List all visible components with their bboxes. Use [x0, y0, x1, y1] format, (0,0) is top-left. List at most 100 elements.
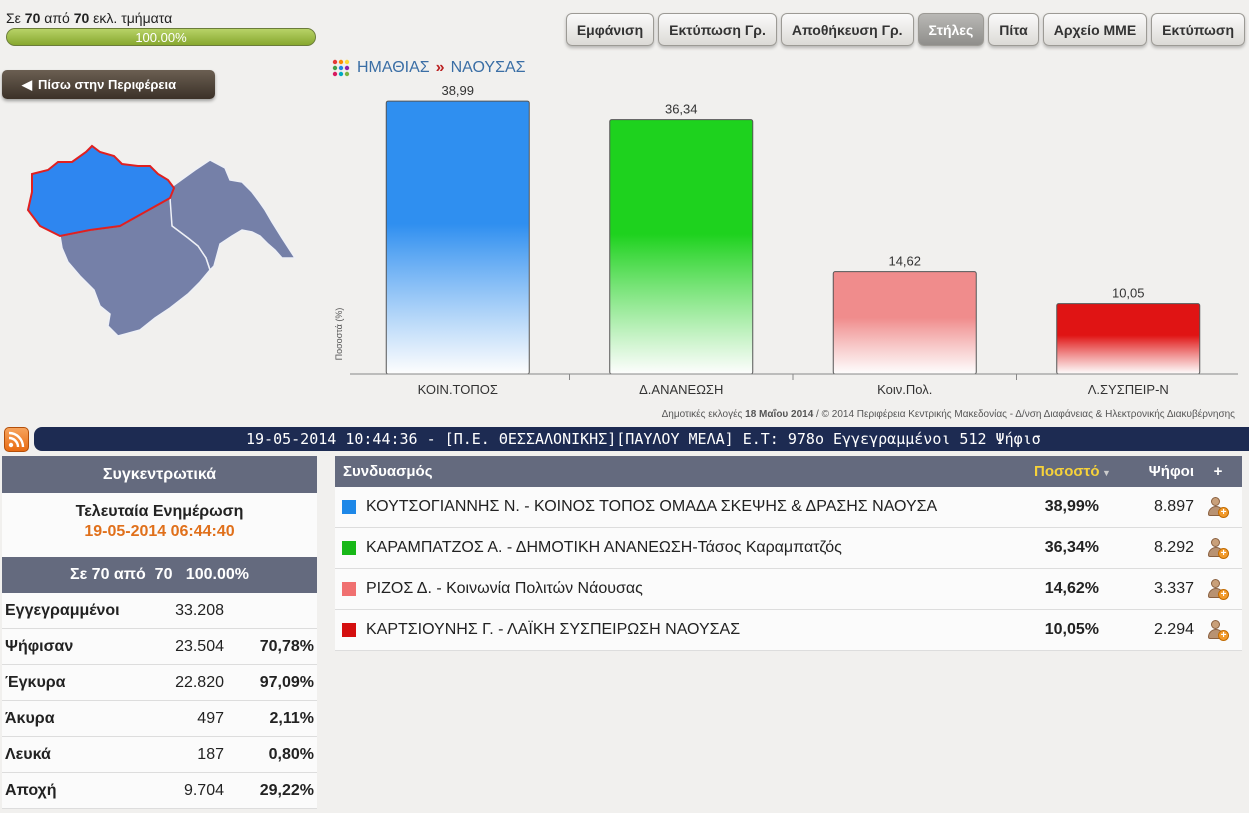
- bar-2[interactable]: [832, 271, 977, 375]
- color-swatch: [342, 623, 356, 637]
- last-update-time: 19-05-2014 06:44:40: [84, 523, 235, 540]
- candidates-cell: +: [1194, 496, 1242, 518]
- toolbar-button-4[interactable]: Πίτα: [988, 13, 1039, 46]
- summary-title: Συγκεντρωτικά: [2, 456, 317, 493]
- summary-percent: 29,22%: [259, 781, 314, 799]
- summary-label: Ψήφισαν: [5, 637, 74, 655]
- bar-value-label-2: 14,62: [888, 254, 921, 269]
- sections-progress: Σε 70 από 70 εκλ. τμήματα 100.00%: [6, 10, 316, 46]
- bar-1[interactable]: [609, 119, 754, 375]
- bar-0[interactable]: [385, 100, 530, 375]
- rss-icon[interactable]: [4, 427, 29, 452]
- toolbar-button-6[interactable]: Εκτύπωση: [1151, 13, 1245, 46]
- combination-votes: 8.292: [1153, 539, 1194, 556]
- summary-panel: Συγκεντρωτικά Τελευταία Ενημέρωση 19-05-…: [2, 456, 317, 809]
- summary-label: Αποχή: [5, 781, 57, 799]
- add-person-icon[interactable]: +: [1207, 537, 1229, 559]
- progress-bar: 100.00%: [6, 28, 316, 46]
- color-swatch: [342, 582, 356, 596]
- bar-value-label-1: 36,34: [665, 102, 698, 117]
- summary-row: Εγγεγραμμένοι 33.208: [2, 593, 317, 629]
- combination-percent: 14,62%: [1044, 580, 1099, 597]
- header-votes[interactable]: Ψήφοι: [1130, 463, 1194, 480]
- summary-row: Άκυρα 497 2,11%: [2, 701, 317, 737]
- back-to-region-button[interactable]: ◀ Πίσω στην Περιφέρεια: [2, 70, 215, 99]
- breadcrumb-separator: »: [435, 59, 445, 76]
- summary-row: Ψήφισαν 23.504 70,78%: [2, 629, 317, 665]
- summary-coverage: Σε 70 από 70 100.00%: [2, 557, 317, 593]
- last-update-label: Τελευταία Ενημέρωση: [75, 503, 244, 520]
- back-button-label: Πίσω στην Περιφέρεια: [38, 77, 177, 92]
- arrow-left-icon: ◀: [22, 76, 32, 92]
- header-plus[interactable]: +: [1194, 463, 1242, 480]
- breadcrumb: ΗΜΑΘΙΑΣ » ΝΑΟΥΣΑΣ: [331, 58, 526, 78]
- summary-label: Εγγεγραμμένοι: [5, 601, 120, 619]
- color-swatch: [342, 541, 356, 555]
- combination-votes: 2.294: [1153, 621, 1194, 638]
- summary-percent: 97,09%: [259, 673, 314, 691]
- color-swatch: [342, 500, 356, 514]
- summary-label: Έγκυρα: [5, 673, 66, 691]
- bar-3[interactable]: [1056, 303, 1201, 375]
- news-ticker: 19-05-2014 10:44:36 - [Π.Ε. ΘΕΣΣΑΛΟΝΙΚΗΣ…: [34, 427, 1249, 451]
- combination-percent: 36,34%: [1044, 539, 1099, 556]
- summary-value: 187: [197, 745, 224, 763]
- progress-percent: 100.00%: [135, 30, 187, 45]
- summary-percent: 70,78%: [259, 637, 314, 655]
- municipality-map: [26, 144, 297, 337]
- summary-percent: 0,80%: [268, 745, 314, 763]
- category-label-2: Κοιν.Πολ.: [877, 382, 932, 397]
- dots-logo-icon: [332, 59, 350, 77]
- combination-percent: 38,99%: [1044, 498, 1099, 515]
- add-person-icon[interactable]: +: [1207, 496, 1229, 518]
- chart-footer: Δημοτικές εκλογές 18 Μαΐου 2014 / © 2014…: [661, 409, 1235, 420]
- candidates-cell: +: [1194, 578, 1242, 600]
- results-header: Συνδυασμός Ποσοστό ▼ Ψήφοι +: [335, 456, 1242, 487]
- header-percent[interactable]: Ποσοστό ▼: [1034, 463, 1130, 480]
- summary-value: 9.704: [183, 781, 224, 799]
- chart-toolbar: Εμφάνιση Εκτύπωση Γρ. Αποθήκευση Γρ. Στήλες…: [565, 13, 1245, 46]
- result-row[interactable]: ΡΙΖΟΣ Δ. - Κοινωνία Πολιτών Νάουσας 14,62…: [335, 569, 1242, 610]
- category-label-0: ΚΟΙΝ.ΤΟΠΟΣ: [418, 382, 498, 397]
- breadcrumb-region[interactable]: ΗΜΑΘΙΑΣ: [357, 59, 430, 77]
- summary-value: 22.820: [175, 673, 224, 691]
- results-bar-chart: Ποσοστά (%) 38,99 ΚΟΙΝ.ΤΟΠΟΣ 36,34 Δ.ΑΝΑΝΕΩ…: [334, 83, 1238, 397]
- summary-value: 23.504: [175, 637, 224, 655]
- toolbar-button-2[interactable]: Αποθήκευση Γρ.: [780, 13, 914, 46]
- toolbar-button-1[interactable]: Εκτύπωση Γρ.: [658, 13, 777, 46]
- summary-value: 497: [197, 709, 224, 727]
- summary-row: Λευκά 187 0,80%: [2, 737, 317, 773]
- header-combination[interactable]: Συνδυασμός: [335, 463, 1034, 480]
- summary-row: Έγκυρα 22.820 97,09%: [2, 665, 317, 701]
- combination-name: ΚΑΡΤΣΙΟΥΝΗΣ Γ. - ΛΑΪΚΗ ΣΥΣΠΕΙΡΩΣΗ ΝΑΟΥΣΑ…: [366, 621, 741, 638]
- toolbar-button-5[interactable]: Αρχείο ΜΜΕ: [1042, 13, 1148, 46]
- candidates-cell: +: [1194, 537, 1242, 559]
- add-person-icon[interactable]: +: [1207, 578, 1229, 600]
- breadcrumb-municipality[interactable]: ΝΑΟΥΣΑΣ: [451, 59, 526, 77]
- candidates-cell: +: [1194, 619, 1242, 641]
- add-person-icon[interactable]: +: [1207, 619, 1229, 641]
- sort-desc-icon: ▼: [1099, 468, 1111, 478]
- summary-label: Άκυρα: [5, 709, 55, 727]
- bar-value-label-0: 38,99: [441, 83, 474, 98]
- result-row[interactable]: ΚΑΡΑΜΠΑΤΖΟΣ Α. - ΔΗΜΟΤΙΚΗ ΑΝΑΝΕΩΣΗ-Τάσος…: [335, 528, 1242, 569]
- combination-votes: 3.337: [1153, 580, 1194, 597]
- category-label-1: Δ.ΑΝΑΝΕΩΣΗ: [639, 382, 723, 397]
- result-row[interactable]: ΚΑΡΤΣΙΟΥΝΗΣ Γ. - ΛΑΪΚΗ ΣΥΣΠΕΙΡΩΣΗ ΝΑΟΥΣΑ…: [335, 610, 1242, 651]
- bar-value-label-3: 10,05: [1112, 286, 1145, 301]
- summary-label: Λευκά: [5, 745, 51, 763]
- combination-name: ΚΑΡΑΜΠΑΤΖΟΣ Α. - ΔΗΜΟΤΙΚΗ ΑΝΑΝΕΩΣΗ-Τάσος…: [366, 539, 842, 556]
- result-row[interactable]: ΚΟΥΤΣΟΓΙΑΝΝΗΣ Ν. - ΚΟΙΝΟΣ ΤΟΠΟΣ ΟΜΑΔΑ ΣΚ…: [335, 487, 1242, 528]
- summary-percent: 2,11%: [269, 709, 314, 727]
- results-table: Συνδυασμός Ποσοστό ▼ Ψήφοι + ΚΟΥΤΣΟΓΙΑΝΝ…: [335, 456, 1242, 651]
- y-axis-label: Ποσοστά (%): [334, 308, 344, 361]
- summary-row: Αποχή 9.704 29,22%: [2, 773, 317, 809]
- category-label-3: Λ.ΣΥΣΠΕΙΡ-Ν: [1088, 382, 1169, 397]
- toolbar-button-3[interactable]: Στήλες: [917, 13, 985, 46]
- last-update: Τελευταία Ενημέρωση 19-05-2014 06:44:40: [2, 493, 317, 557]
- progress-label: Σε 70 από 70 εκλ. τμήματα: [6, 10, 173, 26]
- combination-percent: 10,05%: [1044, 621, 1099, 638]
- toolbar-button-0[interactable]: Εμφάνιση: [565, 13, 655, 46]
- summary-value: 33.208: [175, 601, 224, 619]
- combination-name: ΡΙΖΟΣ Δ. - Κοινωνία Πολιτών Νάουσας: [366, 580, 643, 597]
